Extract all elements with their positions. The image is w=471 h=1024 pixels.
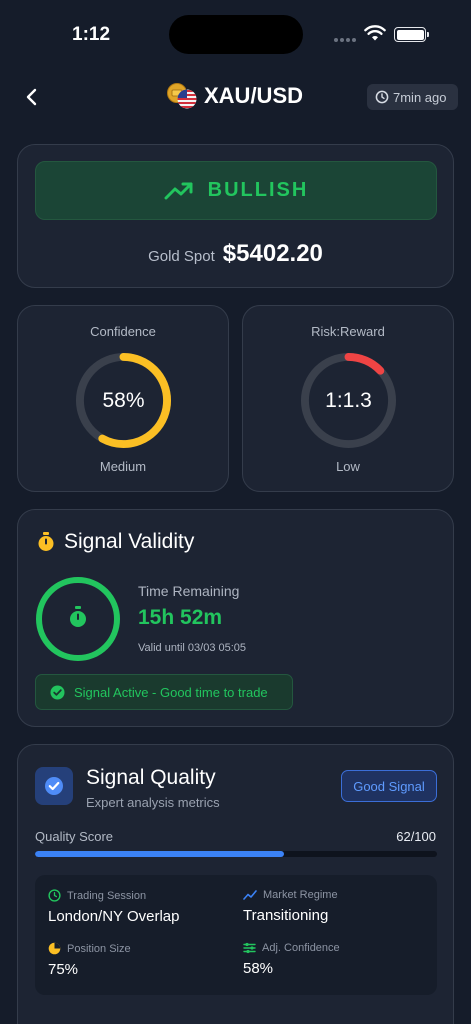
confidence-value: 58% bbox=[102, 388, 145, 412]
spot-price: Gold Spot $5402.20 bbox=[18, 240, 453, 268]
updated-text: 7min ago bbox=[393, 89, 447, 105]
risk-reward-level: Low bbox=[336, 459, 360, 474]
risk-reward-value: 1:1.3 bbox=[325, 388, 372, 412]
detail-market-regime: Market Regime Transitioning bbox=[243, 889, 338, 924]
spot-value: $5402.20 bbox=[222, 240, 323, 267]
quality-icon-box bbox=[35, 767, 73, 805]
signal-status-badge: Signal Active - Good time to trade bbox=[35, 674, 293, 710]
valid-until: Valid until 03/03 05:05 bbox=[138, 642, 247, 654]
cellular-signal-icon bbox=[334, 38, 358, 42]
pie-icon bbox=[48, 942, 61, 955]
quality-title: Signal Quality bbox=[86, 766, 216, 789]
detail-label: Market Regime bbox=[263, 889, 338, 901]
timer-icon bbox=[70, 606, 86, 627]
direction-banner: BULLISH bbox=[35, 161, 437, 220]
good-signal-badge[interactable]: Good Signal bbox=[341, 770, 437, 802]
battery-icon bbox=[394, 27, 429, 42]
validity-title: Signal Validity bbox=[64, 530, 195, 553]
stopwatch-icon bbox=[38, 532, 54, 551]
quality-card: Signal Quality Expert analysis metrics G… bbox=[17, 744, 454, 1024]
detail-value: 58% bbox=[243, 960, 274, 977]
detail-position-size: Position Size 75% bbox=[48, 942, 131, 979]
detail-label: Trading Session bbox=[67, 889, 147, 902]
sliders-icon bbox=[243, 942, 256, 954]
validity-card: Signal Validity Time Remaining 15h 52m V… bbox=[17, 509, 454, 727]
status-time: 1:12 bbox=[72, 24, 111, 45]
time-remaining-label: Time Remaining bbox=[138, 583, 240, 599]
detail-adj-confidence: Adj. Confidence 58% bbox=[243, 942, 340, 977]
page-title: XAU/USD bbox=[204, 83, 304, 108]
quality-score-value: 62/100 bbox=[396, 829, 436, 844]
direction-label: BULLISH bbox=[207, 179, 309, 201]
time-remaining-value: 15h 52m bbox=[138, 606, 223, 629]
signal-card: BULLISH Gold Spot $5402.20 bbox=[17, 144, 454, 288]
quality-score-label: Quality Score bbox=[35, 829, 114, 844]
quality-subtitle: Expert analysis metrics bbox=[86, 795, 220, 810]
detail-label: Adj. Confidence bbox=[262, 942, 340, 954]
header: XAU/USD 7min ago bbox=[0, 76, 471, 118]
detail-value: 75% bbox=[48, 961, 79, 978]
confidence-card: Confidence 58% Medium bbox=[17, 305, 229, 492]
status-bar: 1:12 bbox=[0, 0, 471, 70]
updated-badge: 7min ago bbox=[367, 84, 458, 110]
wifi-icon bbox=[364, 25, 386, 41]
quality-details: Trading Session London/NY Overlap Market… bbox=[35, 875, 437, 995]
spot-label: Gold Spot bbox=[148, 248, 215, 265]
risk-reward-card: Risk:Reward 1:1.3 Low bbox=[242, 305, 454, 492]
detail-trading-session: Trading Session London/NY Overlap bbox=[48, 889, 179, 925]
check-circle-icon bbox=[50, 685, 65, 699]
risk-reward-label: Risk:Reward bbox=[311, 324, 385, 339]
dynamic-island bbox=[169, 15, 303, 54]
badge-check-icon bbox=[45, 777, 63, 795]
timer-ring bbox=[36, 577, 120, 661]
detail-value: Transitioning bbox=[243, 907, 329, 924]
quality-score-bar bbox=[35, 851, 437, 857]
back-chevron-icon[interactable] bbox=[20, 85, 44, 109]
detail-label: Position Size bbox=[67, 942, 131, 955]
gold-usd-flag-icon bbox=[167, 83, 197, 109]
confidence-label: Confidence bbox=[90, 324, 156, 339]
detail-value: London/NY Overlap bbox=[48, 908, 180, 925]
trending-up-icon bbox=[164, 182, 193, 199]
signal-status-text: Signal Active - Good time to trade bbox=[74, 684, 268, 700]
confidence-level: Medium bbox=[99, 459, 147, 474]
clock-icon bbox=[48, 889, 61, 902]
trend-icon bbox=[243, 890, 257, 900]
quality-score-fill bbox=[35, 851, 285, 857]
pair-title-group: XAU/USD bbox=[166, 82, 303, 110]
clock-icon bbox=[375, 90, 389, 104]
